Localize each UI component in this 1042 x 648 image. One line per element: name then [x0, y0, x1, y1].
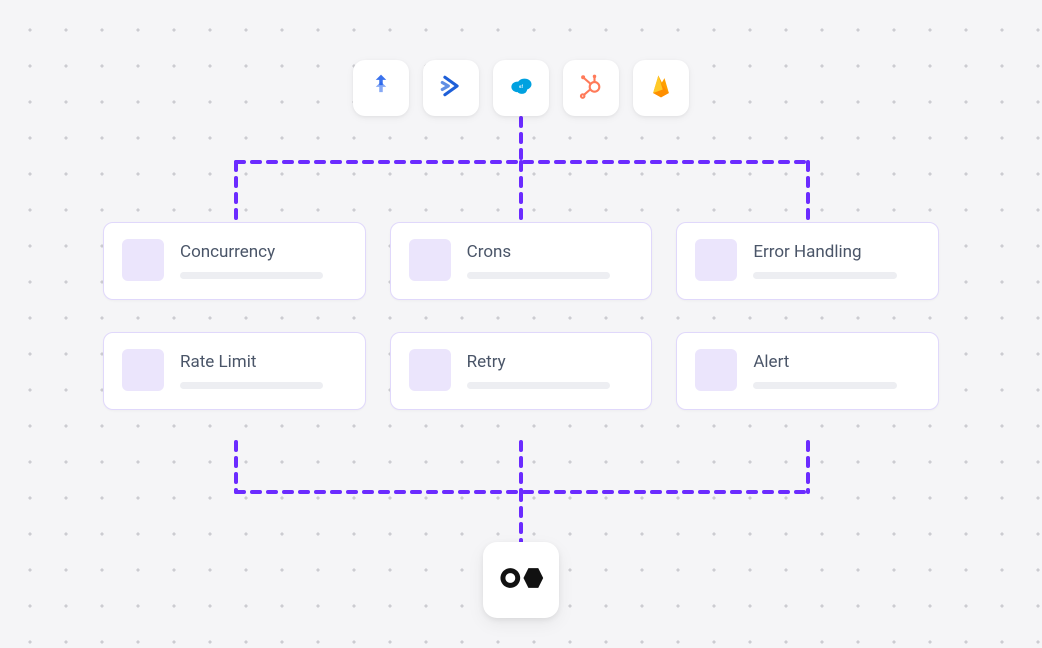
- card-title: Retry: [467, 352, 634, 372]
- card-chip-icon: [409, 239, 451, 281]
- card-title: Rate Limit: [180, 352, 347, 372]
- card-placeholder-bar: [467, 272, 610, 279]
- hubspot-icon: [577, 72, 605, 104]
- integration-icon-row: sf: [353, 60, 689, 116]
- card-placeholder-bar: [467, 382, 610, 389]
- target-brand-icon: [498, 563, 544, 597]
- integration-jira: [353, 60, 409, 116]
- card-chip-icon: [122, 349, 164, 391]
- card-placeholder-bar: [753, 382, 896, 389]
- integration-activecampaign: [423, 60, 479, 116]
- card-placeholder-bar: [180, 272, 323, 279]
- card-chip-icon: [122, 239, 164, 281]
- card-title: Crons: [467, 242, 634, 262]
- feature-card-alert: Alert: [676, 332, 939, 410]
- feature-card-crons: Crons: [390, 222, 653, 300]
- integration-salesforce: sf: [493, 60, 549, 116]
- card-placeholder-bar: [753, 272, 896, 279]
- card-title: Concurrency: [180, 242, 347, 262]
- card-title: Error Handling: [753, 242, 920, 262]
- activecampaign-icon: [437, 72, 465, 104]
- salesforce-icon: sf: [507, 72, 535, 104]
- feature-card-retry: Retry: [390, 332, 653, 410]
- feature-card-error-handling: Error Handling: [676, 222, 939, 300]
- integration-hubspot: [563, 60, 619, 116]
- diagram-canvas: sf Concurrency Crons: [0, 0, 1042, 648]
- card-chip-icon: [409, 349, 451, 391]
- svg-text:sf: sf: [519, 84, 523, 89]
- card-chip-icon: [695, 239, 737, 281]
- firebase-icon: [647, 72, 675, 104]
- feature-card-grid: Concurrency Crons Error Handling Rate Li…: [103, 222, 939, 410]
- feature-card-concurrency: Concurrency: [103, 222, 366, 300]
- target-brand-tile: [483, 542, 559, 618]
- feature-card-rate-limit: Rate Limit: [103, 332, 366, 410]
- card-placeholder-bar: [180, 382, 323, 389]
- integration-firebase: [633, 60, 689, 116]
- card-title: Alert: [753, 352, 920, 372]
- card-chip-icon: [695, 349, 737, 391]
- jira-icon: [367, 72, 395, 104]
